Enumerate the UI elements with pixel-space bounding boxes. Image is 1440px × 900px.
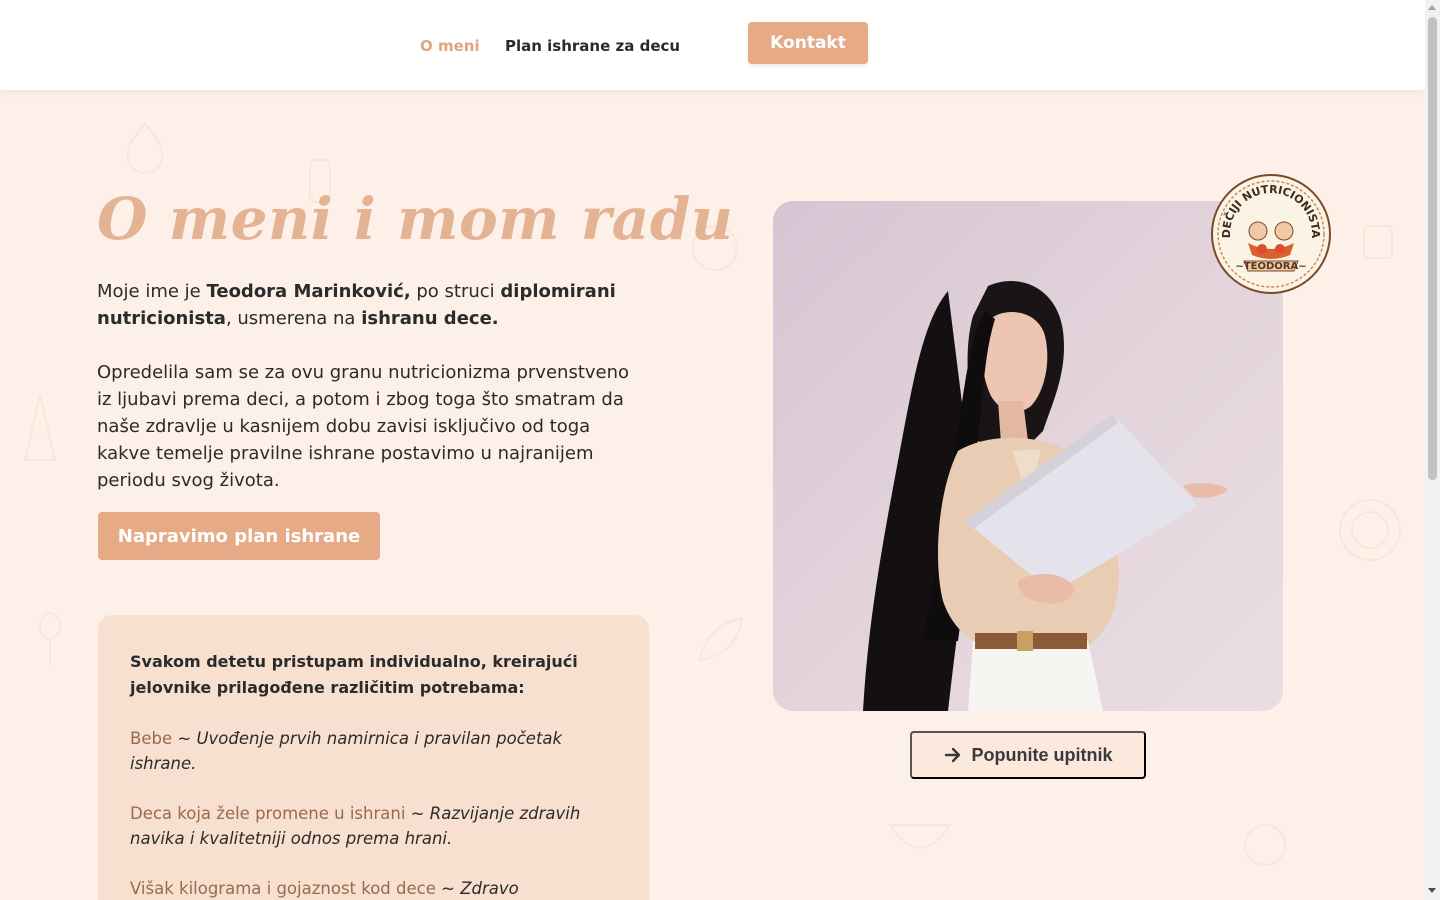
nav-link-meal-plan[interactable]: Plan ishrane za decu [505,37,680,55]
create-plan-button[interactable]: Napravimo plan ishrane [98,512,380,560]
service-term: Bebe [130,729,173,748]
service-item: Bebe ~ Uvođenje prvih namirnica i pravil… [130,726,617,776]
about-paragraph: Opredelila sam se za ovu granu nutricion… [97,362,630,491]
site-header: O meni Plan ishrane za decu Kontakt [0,0,1425,90]
separator: ~ [435,879,461,898]
scroll-thumb[interactable] [1428,17,1437,480]
leaf-doodle-icon [698,616,744,662]
service-term: Višak kilograma i gojaznost kod dece [130,879,436,898]
logo-bottom-text: ~TEODORA~ [1235,261,1306,272]
services-lead: Svakom detetu pristupam individualno, kr… [130,652,578,697]
separator: ~ [405,804,430,823]
fruit-doodle-icon [1244,824,1286,866]
author-name: Teodora Marinković, [206,281,411,302]
questionnaire-button[interactable]: Popunite upitnik [910,731,1146,779]
questionnaire-label: Popunite upitnik [971,744,1113,765]
scroll-down-icon[interactable] [1428,888,1436,893]
plate-doodle-icon [1339,499,1401,561]
nutritionist-logo-icon: DEČIJI NUTRICIONISTA ~TEODORA~ [1211,174,1331,294]
service-term: Deca koja žele promene u ishrani [130,804,406,823]
profile-photo [773,201,1283,711]
contact-button[interactable]: Kontakt [748,22,868,64]
author-focus: ishranu dece. [361,308,499,329]
intro-part: Moje ime je [97,281,207,302]
service-item: Višak kilograma i gojaznost kod dece ~ Z… [130,876,617,900]
bowl-doodle-icon [888,824,952,849]
services-card: Svakom detetu pristupam individualno, kr… [98,615,649,900]
cup-doodle-icon [1363,225,1393,259]
page-scrollbar[interactable] [1425,0,1440,900]
carrot-doodle-icon [23,394,57,461]
nav-link-about[interactable]: O meni [420,37,480,55]
intro-part: po struci [410,281,501,302]
pear-doodle-icon [126,121,164,174]
spoon-doodle-icon [39,612,61,665]
intro-text: Moje ime je Teodora Marinković, po struc… [97,278,637,332]
woman-reading-illustration [863,281,1228,711]
service-item: Deca koja žele promene u ishrani ~ Razvi… [130,801,617,851]
separator: ~ [172,729,197,748]
arrow-right-icon [944,747,960,763]
page-title: O meni i mom radu [97,185,734,253]
brand-logo-badge: DEČIJI NUTRICIONISTA ~TEODORA~ [1210,173,1332,295]
intro-part: , usmerena na [225,308,362,329]
scroll-up-icon[interactable] [1428,5,1436,10]
